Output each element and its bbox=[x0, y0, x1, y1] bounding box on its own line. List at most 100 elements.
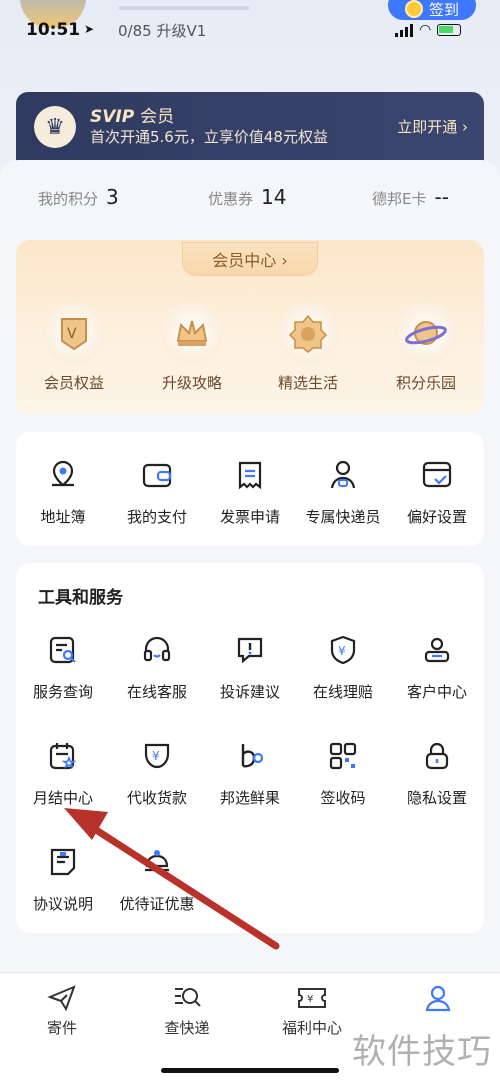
crown-icon bbox=[161, 302, 223, 364]
headset-icon bbox=[110, 633, 204, 667]
quick-actions-card: 地址簿 我的支付 发票申请 专属快递员 偏好设置 bbox=[16, 432, 484, 546]
level-text: 0/85 升级V1 bbox=[118, 22, 207, 40]
online-claim-item[interactable]: ¥ 在线理赔 bbox=[296, 633, 390, 702]
agreement-item[interactable]: 协议说明 bbox=[16, 845, 110, 914]
sign-in-label: 签到 bbox=[428, 0, 459, 19]
preference-label: 偏好设置 bbox=[406, 508, 467, 526]
location-arrow-icon: ➤ bbox=[84, 22, 95, 36]
nav-welfare-label: 福利中心 bbox=[281, 1019, 342, 1037]
online-service-label: 在线客服 bbox=[126, 683, 187, 701]
points-park-item[interactable]: 积分乐园 bbox=[376, 302, 476, 393]
courier-item[interactable]: 专属快递员 bbox=[296, 458, 390, 527]
svg-text:¥: ¥ bbox=[338, 644, 346, 658]
track-icon bbox=[137, 983, 237, 1013]
preference-icon bbox=[390, 458, 484, 492]
sign-code-label: 签收码 bbox=[320, 789, 366, 807]
tools-title: 工具和服务 bbox=[38, 588, 123, 608]
send-icon bbox=[12, 983, 112, 1013]
my-payment-item[interactable]: 我的支付 bbox=[110, 458, 204, 527]
online-claim-label: 在线理赔 bbox=[312, 683, 373, 701]
nav-welfare[interactable]: ¥ 福利中心 bbox=[262, 983, 362, 1038]
lock-icon bbox=[390, 739, 484, 773]
address-book-item[interactable]: 地址簿 bbox=[16, 458, 110, 527]
privacy-item[interactable]: 隐私设置 bbox=[390, 739, 484, 808]
cod-icon: ¥ bbox=[110, 739, 204, 773]
invoice-label: 发票申请 bbox=[219, 508, 280, 526]
ecard-value: -- bbox=[434, 185, 449, 209]
nav-send-label: 寄件 bbox=[46, 1019, 77, 1037]
upgrade-guide-item[interactable]: 升级攻略 bbox=[142, 302, 242, 393]
courier-icon bbox=[296, 458, 390, 492]
service-query-item[interactable]: 服务查询 bbox=[16, 633, 110, 702]
invoice-item[interactable]: 发票申请 bbox=[203, 458, 297, 527]
fresh-fruit-item[interactable]: 邦选鲜果 bbox=[203, 739, 297, 808]
ecard-label: 德邦E卡 bbox=[372, 190, 427, 208]
claim-shield-icon: ¥ bbox=[296, 633, 390, 667]
points-label: 我的积分 bbox=[38, 190, 99, 208]
coupon-stat[interactable]: 优惠券 14 bbox=[208, 185, 286, 209]
sign-code-item[interactable]: 签收码 bbox=[296, 739, 390, 808]
invoice-icon bbox=[203, 458, 297, 492]
monthly-settlement-label: 月结中心 bbox=[32, 789, 93, 807]
points-value: 3 bbox=[106, 185, 119, 209]
privilege-label: 优待证优惠 bbox=[119, 895, 195, 913]
complaint-item[interactable]: 投诉建议 bbox=[203, 633, 297, 702]
location-icon bbox=[16, 458, 110, 492]
service-search-icon bbox=[16, 633, 110, 667]
status-icons: ◠ bbox=[395, 22, 462, 38]
svip-open-button[interactable]: 立即开通 › bbox=[397, 116, 468, 137]
my-payment-label: 我的支付 bbox=[126, 508, 187, 526]
svg-text:¥: ¥ bbox=[152, 749, 160, 763]
nav-track[interactable]: 查快递 bbox=[137, 983, 237, 1038]
qr-code-icon bbox=[296, 739, 390, 773]
badge-icon bbox=[277, 302, 339, 364]
crown-icon: ♛ bbox=[34, 106, 76, 148]
customer-icon bbox=[390, 633, 484, 667]
coupon-label: 优惠券 bbox=[208, 190, 254, 208]
member-center-button[interactable]: 会员中心 › bbox=[182, 242, 318, 276]
customer-center-item[interactable]: 客户中心 bbox=[390, 633, 484, 702]
coupon-icon: ¥ bbox=[262, 983, 362, 1013]
cod-item[interactable]: ¥ 代收货款 bbox=[110, 739, 204, 808]
privacy-label: 隐私设置 bbox=[406, 789, 467, 807]
privilege-item[interactable]: 优待证优惠 bbox=[110, 845, 204, 914]
tools-services-card: 工具和服务 服务查询 在线客服 投诉建议 ¥ 在线理赔 客户中心 月结中心 ¥ … bbox=[16, 563, 484, 933]
ecard-stat[interactable]: 德邦E卡 -- bbox=[372, 185, 449, 209]
address-book-label: 地址簿 bbox=[40, 508, 86, 526]
monthly-settlement-item[interactable]: 月结中心 bbox=[16, 739, 110, 808]
svg-text:¥: ¥ bbox=[307, 994, 313, 1005]
coupon-value: 14 bbox=[261, 185, 287, 209]
member-rights-item[interactable]: V 会员权益 bbox=[24, 302, 124, 393]
points-stat[interactable]: 我的积分 3 bbox=[38, 185, 119, 209]
coin-icon bbox=[404, 0, 423, 18]
watermark: 软件技巧 bbox=[352, 1032, 492, 1072]
upgrade-guide-label: 升级攻略 bbox=[161, 374, 222, 392]
nav-track-label: 查快递 bbox=[164, 1019, 210, 1037]
status-time: 10:51 bbox=[26, 20, 81, 40]
sign-in-button[interactable]: 签到 bbox=[388, 0, 476, 20]
complaint-label: 投诉建议 bbox=[219, 683, 280, 701]
privilege-icon bbox=[110, 845, 204, 879]
battery-icon bbox=[437, 24, 462, 36]
select-life-label: 精选生活 bbox=[277, 374, 338, 392]
nav-profile[interactable] bbox=[388, 983, 488, 1017]
svip-banner[interactable]: ♛ SVIP 会员 首次开通5.6元，立享价值48元权益 立即开通 › bbox=[16, 92, 484, 162]
points-park-label: 积分乐园 bbox=[395, 374, 456, 392]
profile-icon bbox=[388, 983, 488, 1013]
svip-title: SVIP 会员 bbox=[90, 107, 175, 127]
cod-label: 代收货款 bbox=[126, 789, 187, 807]
home-indicator[interactable] bbox=[161, 1068, 339, 1073]
preference-item[interactable]: 偏好设置 bbox=[390, 458, 484, 527]
fresh-fruit-label: 邦选鲜果 bbox=[219, 789, 280, 807]
wifi-icon: ◠ bbox=[419, 22, 432, 38]
planet-icon bbox=[395, 302, 457, 364]
select-life-item[interactable]: 精选生活 bbox=[258, 302, 358, 393]
nav-send[interactable]: 寄件 bbox=[12, 983, 112, 1038]
member-center-card: 会员中心 › V 会员权益 升级攻略 精选生活 积分乐园 bbox=[16, 240, 484, 414]
member-rights-label: 会员权益 bbox=[43, 374, 104, 392]
fruit-icon bbox=[203, 739, 297, 773]
online-service-item[interactable]: 在线客服 bbox=[110, 633, 204, 702]
svg-text:V: V bbox=[67, 326, 77, 342]
vip-rights-icon: V bbox=[43, 302, 105, 364]
customer-center-label: 客户中心 bbox=[406, 683, 467, 701]
